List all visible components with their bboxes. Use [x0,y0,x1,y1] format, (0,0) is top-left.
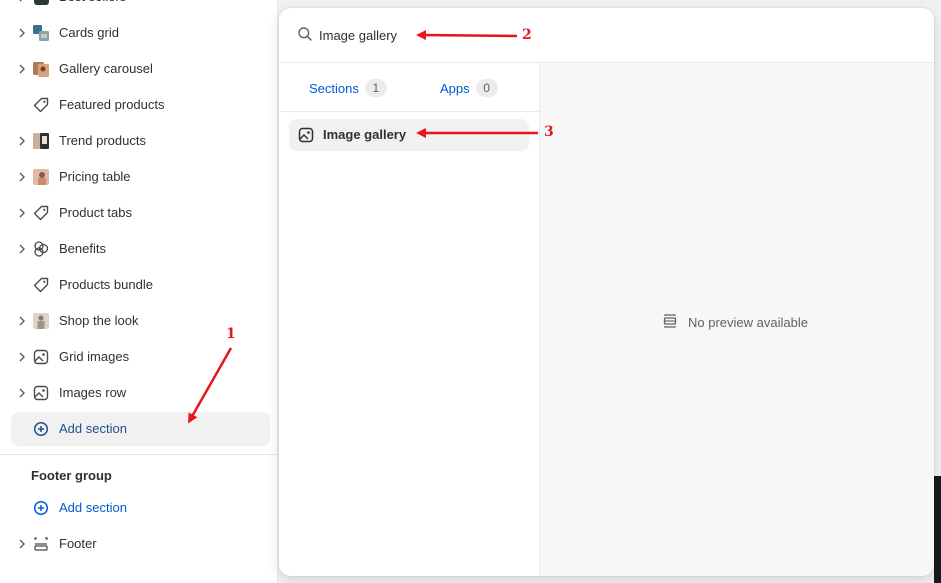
tag-icon [33,97,49,113]
chevron-right-icon[interactable] [17,315,27,327]
best-sellers-thumbnail-icon [33,0,49,5]
tag-icon [33,205,49,221]
sidebar-item-label: Images row [59,385,127,400]
sidebar-item-featured-products[interactable]: Featured products [11,88,270,122]
plus-circle-icon [33,500,49,516]
image-icon [33,385,49,401]
chevron-right-icon[interactable] [17,243,27,255]
trend-products-thumbnail-icon [33,133,49,149]
sidebar-item-grid-images[interactable]: Grid images [11,340,270,374]
no-preview-message: No preview available [662,313,808,332]
plus-circle-icon [33,421,49,437]
annotation-number-1: 1 [226,326,236,342]
benefits-icon [33,241,49,257]
image-icon [33,349,49,365]
search-bar [279,8,934,63]
sidebar-item-label: Shop the look [59,313,139,328]
image-icon [298,127,314,143]
sidebar-item-gallery-carousel[interactable]: Gallery carousel [11,52,270,86]
sidebar-item-label: Grid images [59,349,130,364]
sidebar-item-label: Product tabs [59,205,132,220]
sidebar-item-label: Pricing table [59,169,131,184]
chevron-right-icon[interactable] [17,207,27,219]
tab-sections[interactable]: Sections 1 [309,78,387,98]
preview-icon [662,313,678,332]
tab-count-badge: 0 [475,79,498,97]
sidebar-item-benefits[interactable]: Benefits [11,232,270,266]
preview-pane: No preview available [540,63,934,576]
gallery-carousel-thumbnail-icon [33,61,49,77]
chevron-right-icon[interactable] [17,135,27,147]
sidebar-item-pricing-table[interactable]: Pricing table [11,160,270,194]
canvas-preview-edge [934,476,941,583]
sidebar-item-label: Gallery carousel [59,61,153,76]
sidebar-item-cards-grid[interactable]: Cards grid [11,16,270,50]
tab-apps[interactable]: Apps 0 [440,78,498,98]
add-section-button[interactable]: Add section [11,412,270,446]
cards-grid-thumbnail-icon [33,25,49,41]
add-section-popover: Sections 1 Apps 0 Image gallery [279,8,934,576]
tab-label: Sections [309,80,359,96]
annotation-number-2: 2 [522,27,532,43]
no-preview-text: No preview available [688,315,808,330]
chevron-right-icon[interactable] [17,0,27,3]
footer-layout-icon [33,536,49,552]
footer-group-title: Footer group [31,468,112,483]
footer-add-section-button[interactable]: Add section [11,491,270,525]
tab-label: Apps [440,80,470,96]
chevron-right-icon[interactable] [17,171,27,183]
sidebar-item-label: Benefits [59,241,106,256]
pricing-table-thumbnail-icon [33,169,49,185]
sidebar-item-label: Best sellers [59,0,126,14]
sidebar-item-trend-products[interactable]: Trend products [11,124,270,158]
chevron-right-icon[interactable] [17,538,27,550]
sidebar-item-best-sellers[interactable]: Best sellers [11,0,270,14]
chevron-right-icon[interactable] [17,387,27,399]
results-pane: Sections 1 Apps 0 Image gallery [279,63,540,576]
tag-icon [33,277,49,293]
chevron-right-icon[interactable] [17,351,27,363]
sidebar-item-label: Footer [59,536,97,551]
sidebar-item-images-row[interactable]: Images row [11,376,270,410]
tab-count-badge: 1 [364,79,387,97]
result-label: Image gallery [323,127,407,142]
search-input[interactable] [319,22,619,48]
sidebar-divider [0,454,277,455]
add-section-label: Add section [59,421,127,436]
search-icon [297,26,313,42]
chevron-right-icon[interactable] [17,27,27,39]
result-item-image-gallery[interactable]: Image gallery [289,119,529,151]
sections-sidebar: Best sellers Cards grid Gallery caro [0,0,278,583]
sidebar-item-label: Featured products [59,97,165,112]
result-tabs: Sections 1 Apps 0 [279,63,540,112]
annotation-number-3: 3 [544,124,554,140]
shop-the-look-thumbnail-icon [33,313,49,329]
chevron-right-icon[interactable] [17,63,27,75]
sidebar-item-footer[interactable]: Footer [11,527,270,561]
add-section-label: Add section [59,500,127,515]
sidebar-item-products-bundle[interactable]: Products bundle [11,268,270,302]
sidebar-item-label: Products bundle [59,277,153,292]
sidebar-item-label: Cards grid [59,25,119,40]
sidebar-item-product-tabs[interactable]: Product tabs [11,196,270,230]
sidebar-item-label: Trend products [59,133,146,148]
